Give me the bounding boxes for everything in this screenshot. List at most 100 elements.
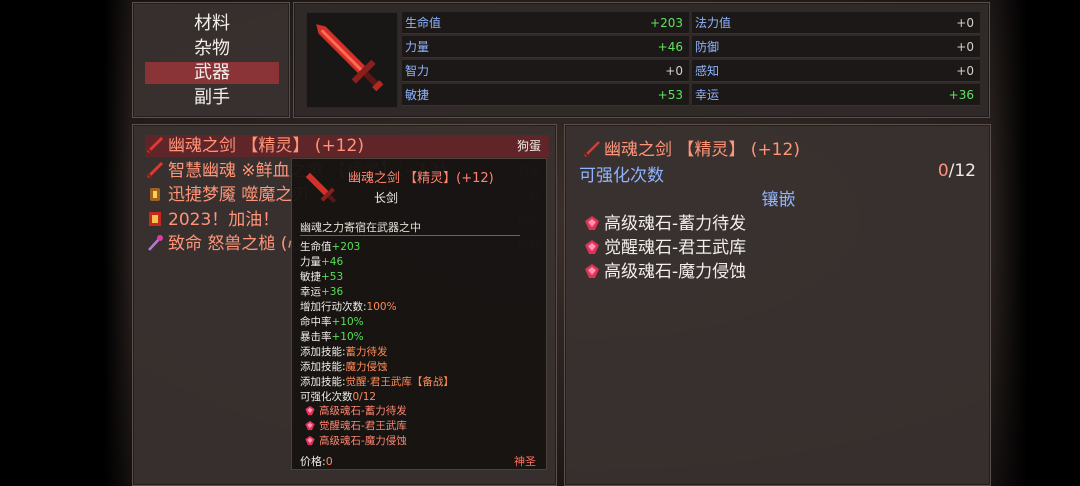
tooltip-item-name: 幽魂之剑 【精灵】(+12) (348, 171, 494, 186)
tooltip-stat-label: 暴击率 (300, 331, 332, 343)
screen-edge-left (0, 0, 130, 486)
tooltip-skill-value: 魔力侵蚀 (345, 361, 388, 373)
tooltip-hit-rate: 命中率+10% (300, 315, 364, 329)
detail-gem-name: 觉醒魂石-君王武库 (604, 238, 747, 258)
tooltip-gem-line: 觉醒魂石-君王武库 (304, 419, 407, 433)
upgrade-total: /12 (948, 161, 976, 181)
tooltip-upgrade-value: 0/12 (352, 391, 377, 403)
item-detail-panel: 幽魂之剑 【精灵】 (+12) 可强化次数 0/12 镶嵌 高级魂石-蓄力待发 … (564, 124, 991, 486)
stat-row: 敏捷 +53 (402, 84, 689, 106)
detail-gem-slot[interactable]: 高级魂石-魔力侵蚀 (583, 257, 746, 282)
tooltip-description: 幽魂之力寄宿在武器之中 (300, 221, 421, 234)
stat-label: 敏捷 (405, 88, 430, 102)
weapon-name: 2023！加油！ (168, 210, 280, 230)
upgrade-current: 0 (937, 161, 949, 181)
detail-inlay-heading: 镶嵌 (761, 190, 796, 210)
soul-stone-icon (585, 216, 599, 230)
tooltip-skill-line: 添加技能:魔力侵蚀 (300, 360, 388, 374)
category-item-weapons[interactable]: 武器 (145, 62, 279, 84)
detail-gem-name: 高级魂石-蓄力待发 (604, 214, 747, 234)
stat-label: 力量 (405, 40, 430, 54)
tooltip-stat-label: 力量 (300, 256, 321, 268)
tooltip-skill-label: 添加技能: (300, 346, 346, 358)
tooltip-stat-label: 增加行动次数: (300, 301, 367, 313)
staff-icon (148, 235, 163, 251)
stat-value: +203 (650, 16, 683, 30)
tooltip-stat-value: 100% (366, 301, 397, 313)
tooltip-stat-value: +46 (321, 256, 344, 268)
banner-icon (149, 212, 161, 226)
detail-upgrade-count: 0/12 (938, 161, 976, 181)
red-sword-icon (146, 136, 164, 154)
soul-stone-icon (305, 420, 315, 431)
category-item-offhand[interactable]: 副手 (145, 87, 279, 109)
tooltip-upgrade-label: 可强化次数 (300, 391, 353, 403)
price-label: 价格: (300, 455, 326, 468)
tooltip-upgrade-count: 可强化次数0/12 (300, 390, 376, 404)
item-preview (306, 12, 398, 108)
stat-value: +46 (657, 40, 683, 54)
divider (300, 235, 520, 236)
category-menu: 材料 杂物 武器 副手 (132, 2, 290, 118)
tooltip-skill-label: 添加技能: (300, 361, 346, 373)
lantern-icon (150, 188, 160, 201)
tooltip-gem-name: 高级魂石-魔力侵蚀 (319, 435, 407, 447)
stat-row: 防御 +0 (692, 36, 980, 58)
stat-value: +0 (665, 64, 683, 78)
stat-label: 生命值 (405, 16, 442, 30)
red-sword-icon (316, 24, 384, 92)
red-sword-icon (305, 172, 337, 204)
tooltip-gem-name: 高级魂石-蓄力待发 (319, 405, 407, 417)
tooltip-stat-line: 敏捷+53 (300, 270, 343, 284)
tooltip-stat-label: 命中率 (300, 316, 332, 328)
detail-item-title: 幽魂之剑 【精灵】 (+12) (583, 135, 800, 160)
stat-row: 幸运 +36 (692, 84, 980, 106)
stat-label: 智力 (405, 64, 430, 78)
tooltip-stat-line: 幸运+36 (300, 285, 343, 299)
stat-row: 生命值 +203 (402, 12, 689, 34)
category-item-misc[interactable]: 杂物 (145, 38, 279, 60)
stat-value: +0 (956, 16, 974, 30)
tooltip-extra-action: 增加行动次数:100% (300, 300, 397, 314)
detail-gem-slot[interactable]: 觉醒魂石-君王武库 (583, 233, 746, 258)
soul-stone-icon (585, 264, 599, 278)
tooltip-gem-line: 高级魂石-魔力侵蚀 (304, 434, 407, 448)
stat-row: 力量 +46 (402, 36, 689, 58)
soul-stone-icon (305, 435, 315, 446)
tooltip-skill-value: 蓄力待发 (345, 346, 388, 358)
tooltip-stat-line: 力量+46 (300, 255, 343, 269)
tooltip-stat-label: 生命值 (300, 241, 332, 253)
tooltip-item-type: 长剑 (374, 191, 399, 205)
stat-value: +0 (956, 40, 974, 54)
list-item[interactable]: 幽魂之剑 【精灵】 (+12) 狗蛋 (145, 135, 549, 157)
stat-label: 防御 (695, 40, 720, 54)
soul-stone-icon (305, 405, 315, 416)
weapon-name: 幽魂之剑 【精灵】 (+12) (168, 136, 364, 156)
stat-row: 感知 +0 (692, 60, 980, 82)
stat-value: +36 (948, 88, 974, 102)
item-tooltip: 幽魂之剑 【精灵】(+12) 长剑 幽魂之力寄宿在武器之中 生命值+203 力量… (291, 158, 547, 470)
category-item-materials[interactable]: 材料 (145, 13, 279, 35)
detail-gem-name: 高级魂石-魔力侵蚀 (604, 262, 747, 282)
tooltip-gem-line: 高级魂石-蓄力待发 (304, 404, 407, 418)
stat-label: 感知 (695, 64, 720, 78)
tooltip-stat-line: 生命值+203 (300, 240, 360, 254)
soul-stone-icon (585, 240, 599, 254)
stat-label: 法力值 (695, 16, 732, 30)
stat-value: +0 (956, 64, 974, 78)
tooltip-stat-value: +10% (331, 316, 364, 328)
detail-gem-slot[interactable]: 高级魂石-蓄力待发 (583, 209, 746, 234)
detail-title-text: 幽魂之剑 【精灵】 (+12) (604, 140, 800, 160)
tooltip-skill-value: 觉醒·君王武库【备战】 (345, 376, 454, 388)
detail-upgrade-label: 可强化次数 (579, 166, 664, 186)
stat-value: +53 (657, 88, 683, 102)
red-sword-icon (146, 161, 164, 179)
tooltip-crit-rate: 暴击率+10% (300, 330, 364, 344)
tooltip-stat-value: +203 (331, 241, 361, 253)
red-sword-icon (583, 141, 600, 157)
tooltip-skill-label: 添加技能: (300, 376, 346, 388)
tooltip-stat-label: 幸运 (300, 286, 321, 298)
tooltip-price: 价格:0 (300, 453, 333, 469)
price-value: 0 (325, 455, 333, 468)
weapon-owner: 狗蛋 (516, 139, 541, 153)
